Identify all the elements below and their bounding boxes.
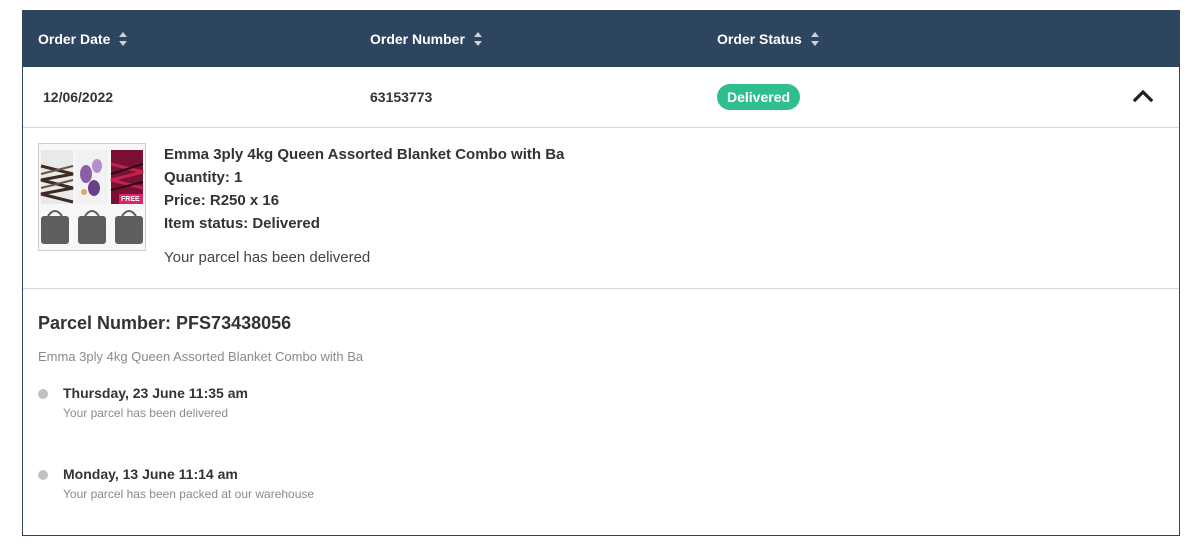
event-time: Monday, 13 June 11:14 am — [63, 466, 238, 482]
parcel-number: Parcel Number: PFS73438056 — [38, 313, 292, 333]
order-date: 12/06/2022 — [43, 89, 114, 105]
column-label: Order Date — [38, 31, 111, 47]
order-number: 63153773 — [370, 89, 433, 105]
timeline-dot — [38, 389, 48, 399]
sort-icon — [473, 31, 483, 47]
column-label: Order Status — [717, 31, 802, 47]
column-order-date[interactable]: Order Date — [38, 11, 128, 67]
event-time: Thursday, 23 June 11:35 am — [63, 385, 248, 401]
free-badge: FREE — [121, 196, 140, 203]
order-panel: Order Date Order Number Order Status 12/… — [22, 10, 1180, 536]
item-details: Emma 3ply 4kg Queen Assorted Blanket Com… — [164, 143, 564, 235]
table-header: Order Date Order Number Order Status — [23, 11, 1179, 67]
column-order-status[interactable]: Order Status — [717, 11, 820, 67]
item-quantity: Quantity: 1 — [164, 169, 243, 186]
sort-icon — [810, 31, 820, 47]
status-badge: Delivered — [717, 84, 801, 110]
sort-icon — [118, 31, 128, 47]
event-description: Your parcel has been packed at our wareh… — [63, 487, 315, 501]
order-item: FREE Emma 3ply 4kg Queen Assorted Blanke… — [23, 128, 1179, 289]
column-label: Order Number — [370, 31, 465, 47]
event-description: Your parcel has been delivered — [63, 406, 229, 420]
parcel-item-name: Emma 3ply 4kg Queen Assorted Blanket Com… — [38, 349, 364, 364]
product-image[interactable]: FREE — [38, 143, 146, 251]
table-row[interactable]: 12/06/2022 63153773 Delivered — [23, 67, 1179, 128]
item-message: Your parcel has been delivered — [164, 249, 371, 266]
item-status: Item status: Delivered — [164, 215, 320, 232]
chevron-up-icon[interactable] — [1131, 85, 1155, 109]
item-name: Emma 3ply 4kg Queen Assorted Blanket Com… — [164, 146, 565, 163]
item-price: Price: R250 x 16 — [164, 192, 280, 209]
column-order-number[interactable]: Order Number — [370, 11, 483, 67]
timeline-dot — [38, 470, 48, 480]
